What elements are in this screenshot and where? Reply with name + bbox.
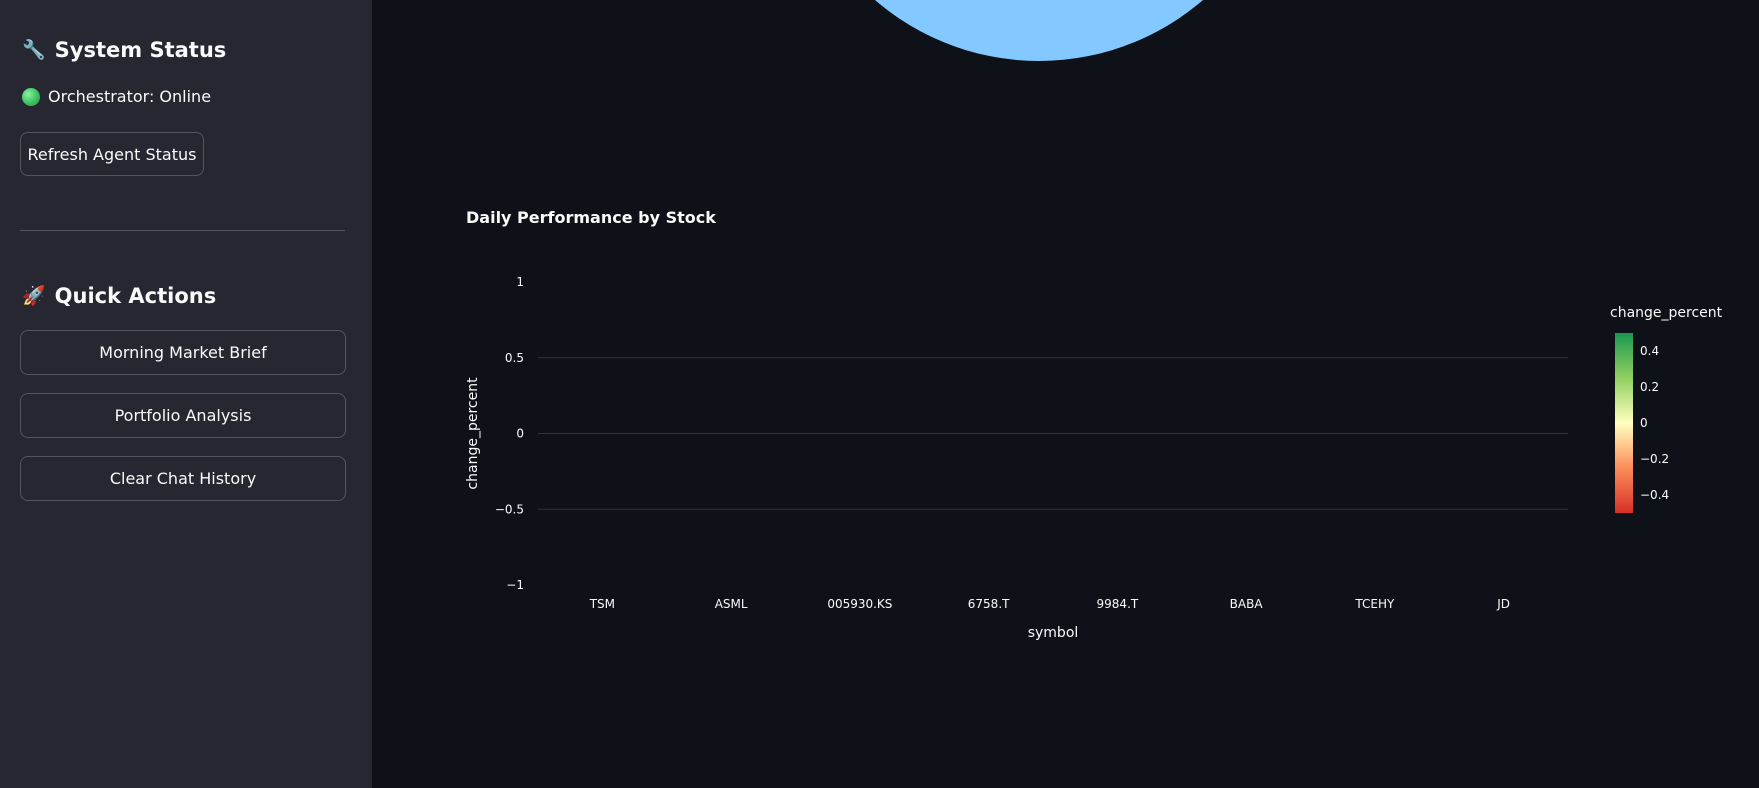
- y-tick-label: 1: [516, 275, 524, 289]
- wrench-icon: 🔧: [22, 38, 46, 61]
- colorbar-tick-label: 0.4: [1640, 344, 1659, 358]
- quick-actions-title: Quick Actions: [54, 284, 217, 308]
- y-tick-label: −0.5: [495, 502, 524, 516]
- refresh-agent-status-button[interactable]: Refresh Agent Status: [20, 132, 204, 176]
- sidebar: 🔧 System Status Orchestrator: Online Ref…: [0, 0, 372, 788]
- y-axis-label: change_percent: [465, 377, 481, 490]
- performance-chart: 1 0.5 0 −0.5 −1 TSM ASML 005930.KS 6758.T 9984.T B…: [465, 275, 1723, 641]
- main-content: Daily Performance by Stock 1 0.5 0 −0.5 −1 TS…: [372, 0, 1759, 788]
- y-tick-label: 0.5: [505, 351, 524, 365]
- colorbar-tick-label: 0: [1640, 416, 1648, 430]
- portfolio-analysis-button[interactable]: Portfolio Analysis: [20, 393, 346, 438]
- colorbar-tick-label: 0.2: [1640, 380, 1659, 394]
- x-axis-label: symbol: [1028, 625, 1079, 641]
- x-tick-label: JD: [1496, 597, 1510, 611]
- y-tick-label: −1: [506, 578, 524, 592]
- colorbar-title: change_percent: [1610, 305, 1723, 321]
- x-tick-label: 005930.KS: [827, 597, 892, 611]
- colorbar-tick-label: −0.4: [1640, 488, 1669, 502]
- x-tick-label: 6758.T: [968, 597, 1010, 611]
- x-tick-label: 9984.T: [1097, 597, 1139, 611]
- clear-chat-history-button[interactable]: Clear Chat History: [20, 456, 346, 501]
- system-status-title: System Status: [54, 38, 227, 62]
- rocket-icon: 🚀: [22, 284, 46, 307]
- orchestrator-status: Orchestrator: Online: [22, 87, 211, 106]
- x-tick-label: TSM: [589, 597, 615, 611]
- x-tick-label: BABA: [1230, 597, 1264, 611]
- app-root: 🔧 System Status Orchestrator: Online Ref…: [0, 0, 1759, 788]
- system-status-heading: 🔧 System Status: [22, 38, 226, 62]
- colorbar-tick-label: −0.2: [1640, 452, 1669, 466]
- x-tick-label: TCEHY: [1354, 597, 1395, 611]
- status-dot-icon: [22, 87, 40, 106]
- orchestrator-status-text: Orchestrator: Online: [48, 87, 212, 106]
- y-tick-label: 0: [516, 427, 524, 441]
- sidebar-divider: [20, 230, 345, 231]
- x-tick-label: ASML: [715, 597, 748, 611]
- morning-market-brief-button[interactable]: Morning Market Brief: [20, 330, 346, 375]
- colorbar: [1615, 333, 1633, 513]
- quick-actions-heading: 🚀 Quick Actions: [22, 284, 216, 308]
